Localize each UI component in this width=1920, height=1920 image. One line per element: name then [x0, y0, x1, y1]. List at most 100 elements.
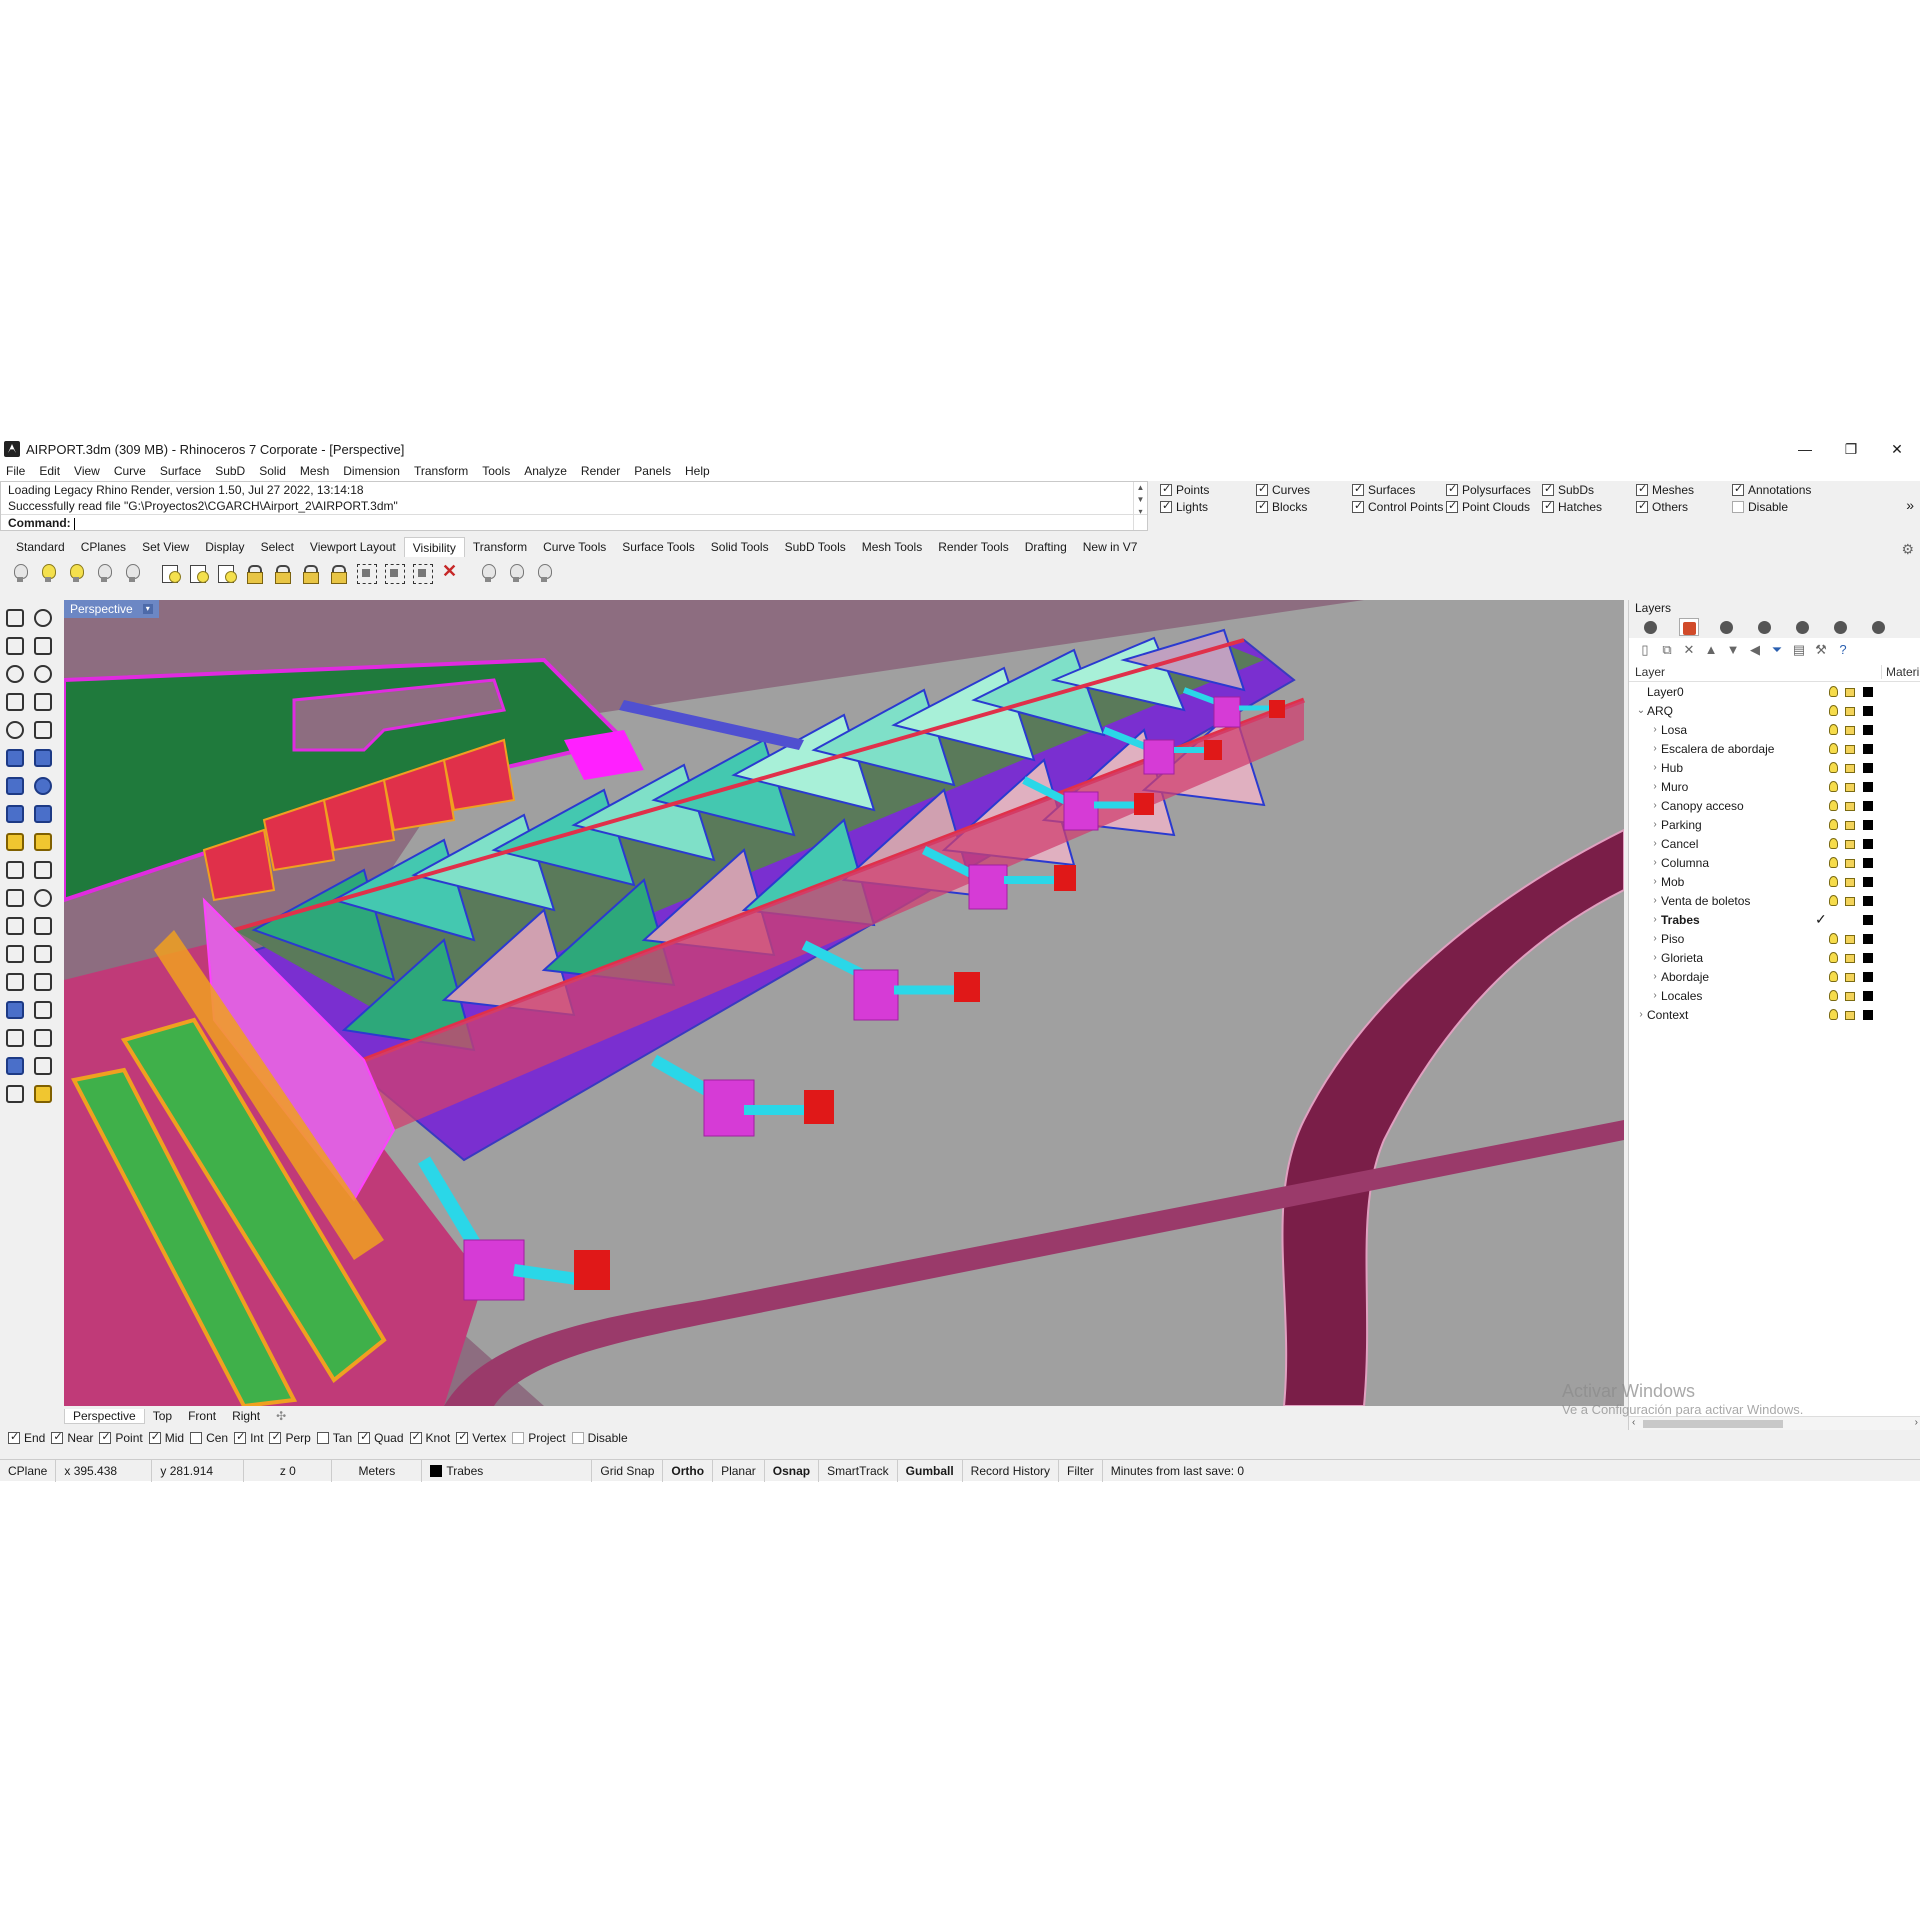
layer-name[interactable]: Abordaje	[1661, 970, 1709, 984]
expand-arrow-icon[interactable]: ›	[1649, 857, 1661, 868]
tab-mesh-tools[interactable]: Mesh Tools	[854, 537, 930, 557]
render-icon[interactable]	[2, 1053, 26, 1077]
layer-color-swatch[interactable]	[1863, 762, 1873, 773]
check-icon[interactable]	[30, 1053, 54, 1077]
filter-surfaces[interactable]: Surfaces	[1352, 482, 1415, 497]
ellipse-icon[interactable]	[30, 661, 54, 685]
osnap-tan[interactable]: Tan	[316, 1431, 352, 1445]
hide-points-icon[interactable]	[120, 561, 144, 585]
tab-display[interactable]: Display	[197, 537, 252, 557]
libraries-icon[interactable]	[1831, 618, 1851, 636]
osnap-knot[interactable]: Knot	[409, 1430, 450, 1445]
layer-name[interactable]: Mob	[1661, 875, 1684, 889]
layer-row[interactable]: › Escalera de abordaje	[1629, 739, 1920, 758]
osnap-disable[interactable]: Disable	[571, 1431, 628, 1445]
hide-icon[interactable]	[64, 561, 88, 585]
new-sublayer-icon[interactable]: ⧉	[1659, 642, 1675, 658]
expand-arrow-icon[interactable]: ›	[1649, 838, 1661, 849]
menu-file[interactable]: File	[6, 464, 25, 478]
lightbulb-icon[interactable]	[1829, 762, 1838, 773]
block-icon[interactable]	[30, 969, 54, 993]
viewport-tab-front[interactable]: Front	[180, 1409, 224, 1423]
tab-drafting[interactable]: Drafting	[1017, 537, 1075, 557]
menu-solid[interactable]: Solid	[259, 464, 286, 478]
hide-in-detail-icon[interactable]	[214, 561, 238, 585]
filter-disable[interactable]: Disable	[1732, 500, 1788, 514]
checkbox[interactable]	[358, 1430, 371, 1444]
close-button[interactable]: ✕	[1874, 437, 1920, 461]
polyline-icon[interactable]	[2, 633, 26, 657]
lock-icon[interactable]	[1845, 1011, 1855, 1020]
new-layer-icon[interactable]: ▯	[1637, 642, 1653, 658]
box-icon[interactable]	[2, 773, 26, 797]
checkbox[interactable]	[1542, 499, 1554, 513]
menu-panels[interactable]: Panels	[634, 464, 671, 478]
command-scroll-buttons[interactable]: ▲ ▼ ▾	[1133, 482, 1147, 530]
toggle-record-history[interactable]: Record History	[963, 1459, 1060, 1482]
layer-row[interactable]: › Mob	[1629, 872, 1920, 891]
surface-icon[interactable]	[2, 745, 26, 769]
layer-color-swatch[interactable]	[1863, 686, 1873, 697]
lightbulb-icon[interactable]	[1829, 800, 1838, 811]
layer-color-swatch[interactable]	[1863, 971, 1873, 982]
show-selected-icon[interactable]	[36, 561, 60, 585]
copy-icon[interactable]	[30, 857, 54, 881]
trim-icon[interactable]	[2, 885, 26, 909]
checkbox[interactable]	[1352, 482, 1364, 496]
render-panel-icon[interactable]	[1869, 618, 1889, 636]
osnap-end[interactable]: End	[8, 1430, 45, 1445]
lightbulb-icon[interactable]	[1829, 781, 1838, 792]
osnap-int[interactable]: Int	[234, 1430, 263, 1445]
layer-name[interactable]: Cancel	[1661, 837, 1698, 851]
lightbulb-icon[interactable]	[1829, 990, 1838, 1001]
layer-row[interactable]: › Trabes ✓	[1629, 910, 1920, 929]
loft-icon[interactable]	[30, 745, 54, 769]
osnap-point[interactable]: Point	[99, 1430, 143, 1445]
toggle-ortho[interactable]: Ortho	[663, 1459, 714, 1482]
filter-polysurfaces[interactable]: Polysurfaces	[1446, 482, 1531, 497]
osnap-quad[interactable]: Quad	[358, 1430, 404, 1445]
disable-clipping-icon[interactable]	[438, 561, 462, 585]
ruler-icon[interactable]	[30, 997, 54, 1021]
layer-color-swatch[interactable]	[1863, 876, 1873, 887]
fillet-curve-icon[interactable]	[30, 717, 54, 741]
layer-row[interactable]: › Losa	[1629, 720, 1920, 739]
curve-icon[interactable]	[30, 633, 54, 657]
checkbox[interactable]	[1446, 482, 1458, 496]
checkbox[interactable]	[1636, 482, 1648, 496]
osnap-perp[interactable]: Perp	[269, 1430, 311, 1445]
select-locked-icon[interactable]	[354, 561, 378, 585]
unisolate-icon[interactable]	[504, 561, 528, 585]
viewport-tab-right[interactable]: Right	[224, 1409, 268, 1423]
layer-color-swatch[interactable]	[1863, 914, 1873, 925]
move-icon[interactable]	[2, 857, 26, 881]
filter-subds[interactable]: SubDs	[1542, 482, 1594, 497]
tools-icon[interactable]: ⚒	[1813, 642, 1829, 658]
osnap-mid[interactable]: Mid	[148, 1430, 184, 1445]
layer-row[interactable]: › Parking	[1629, 815, 1920, 834]
layer-state-icon[interactable]: ▤	[1791, 642, 1807, 658]
arc-icon[interactable]	[2, 717, 26, 741]
layer-row[interactable]: › Glorieta	[1629, 948, 1920, 967]
layer-name[interactable]: Canopy acceso	[1661, 799, 1744, 813]
expand-arrow-icon[interactable]: ›	[1649, 895, 1661, 906]
lightbulb-icon[interactable]	[1829, 857, 1838, 868]
toggle-osnap[interactable]: Osnap	[765, 1459, 820, 1482]
lightbulb-icon[interactable]	[1829, 895, 1838, 906]
paint-icon[interactable]	[30, 1081, 54, 1105]
current-layer[interactable]: Trabes	[422, 1459, 593, 1482]
menu-analyze[interactable]: Analyze	[524, 464, 567, 478]
layer-name[interactable]: Locales	[1661, 989, 1702, 1003]
toggle-smarttrack[interactable]: SmartTrack	[819, 1459, 898, 1482]
layer-name[interactable]: ARQ	[1647, 704, 1673, 718]
checkbox[interactable]	[1256, 482, 1268, 496]
lock-icon[interactable]	[1845, 859, 1855, 868]
filter-curves[interactable]: Curves	[1256, 482, 1310, 497]
tab-viewport-layout[interactable]: Viewport Layout	[302, 537, 404, 557]
properties-icon[interactable]	[2, 1081, 26, 1105]
scroll-left-icon[interactable]: ‹	[1632, 1417, 1635, 1428]
expand-arrow-icon[interactable]: ›	[1649, 876, 1661, 887]
checkbox[interactable]	[1352, 499, 1364, 513]
layer-color-swatch[interactable]	[1863, 724, 1873, 735]
horizontal-scrollbar[interactable]: ‹ ›	[1629, 1416, 1920, 1430]
